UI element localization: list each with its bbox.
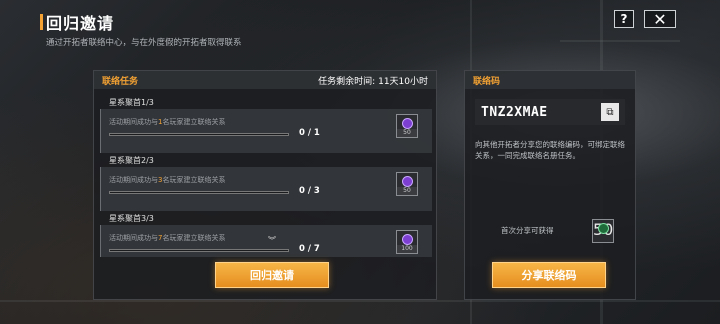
task-list[interactable]: 星系聚首1/3 活动期间成功与1名玩家建立联络关系 0 / 1 50 星系聚首2… [100,97,432,257]
task-timer-label: 任务剩余时间: [318,76,376,87]
close-button[interactable]: ✕ [644,9,676,29]
chevron-down-icon[interactable]: ︾ [268,235,276,246]
share-description: 向其他开拓者分享您的联络编码，可绑定联络关系，一同完成联络名册任务。 [475,140,625,160]
close-icon: ✕ [653,9,667,29]
purple-gem-icon [402,234,413,245]
purple-gem-icon [402,118,413,129]
page-header: 回归邀请 通过开拓者联络中心，与在外度假的开拓者取得联系 [40,10,242,48]
task-timer-value: 11天10小时 [378,76,428,87]
task-item: 星系聚首2/3 活动期间成功与3名玩家建立联络关系 0 / 3 50 [100,156,432,211]
help-button[interactable]: ? [614,10,634,28]
first-share-label: 首次分享可获得 [501,226,554,235]
share-code-button[interactable]: 分享联络码 [492,262,606,288]
contact-code: TNZ2XMAE [481,104,548,120]
tasks-panel-header: 联络任务 任务剩余时间: 11天10小时 [94,71,436,89]
task-name: 星系聚首2/3 [109,156,154,165]
code-panel-title: 联络码 [473,76,501,87]
page-subtitle: 通过开拓者联络中心，与在外度假的开拓者取得联系 [46,38,242,48]
task-description: 活动期间成功与3名玩家建立联络关系 [109,176,226,184]
task-progress-bar [109,191,289,194]
page-title: 回归邀请 [46,14,115,33]
task-item: 星系聚首1/3 活动期间成功与1名玩家建立联络关系 0 / 1 50 [100,98,432,153]
task-reward[interactable]: 50 [396,172,418,196]
task-item: 星系聚首3/3 活动期间成功与7名玩家建立联络关系 0 / 7 100 [100,214,432,257]
purple-gem-icon [402,176,413,187]
task-reward[interactable]: 100 [396,230,418,254]
contact-code-box: TNZ2XMAE ⧉ [475,99,625,125]
task-description: 活动期间成功与7名玩家建立联络关系 [109,234,226,242]
green-gem-icon [598,223,609,234]
help-icon: ? [620,12,628,26]
reward-quantity: 50 [397,187,417,195]
task-progress-text: 0 / 7 [299,244,320,254]
title-accent-bar [40,14,43,30]
task-timer: 任务剩余时间: 11天10小时 [318,74,428,87]
task-description: 活动期间成功与1名玩家建立联络关系 [109,118,226,126]
task-name: 星系聚首1/3 [109,98,154,107]
copy-button[interactable]: ⧉ [601,103,619,121]
first-share-reward[interactable]: 50 [592,219,614,243]
task-progress-bar [109,249,289,252]
return-invite-button[interactable]: 回归邀请 [215,262,329,288]
copy-icon: ⧉ [606,106,614,118]
task-name: 星系聚首3/3 [109,214,154,223]
task-progress-text: 0 / 3 [299,186,320,196]
reward-quantity: 50 [397,129,417,137]
reward-quantity: 100 [397,245,417,253]
task-progress-text: 0 / 1 [299,128,320,138]
task-reward[interactable]: 50 [396,114,418,138]
task-progress-bar [109,133,289,136]
tasks-panel-title: 联络任务 [102,76,139,87]
code-panel-header: 联络码 [465,71,635,89]
